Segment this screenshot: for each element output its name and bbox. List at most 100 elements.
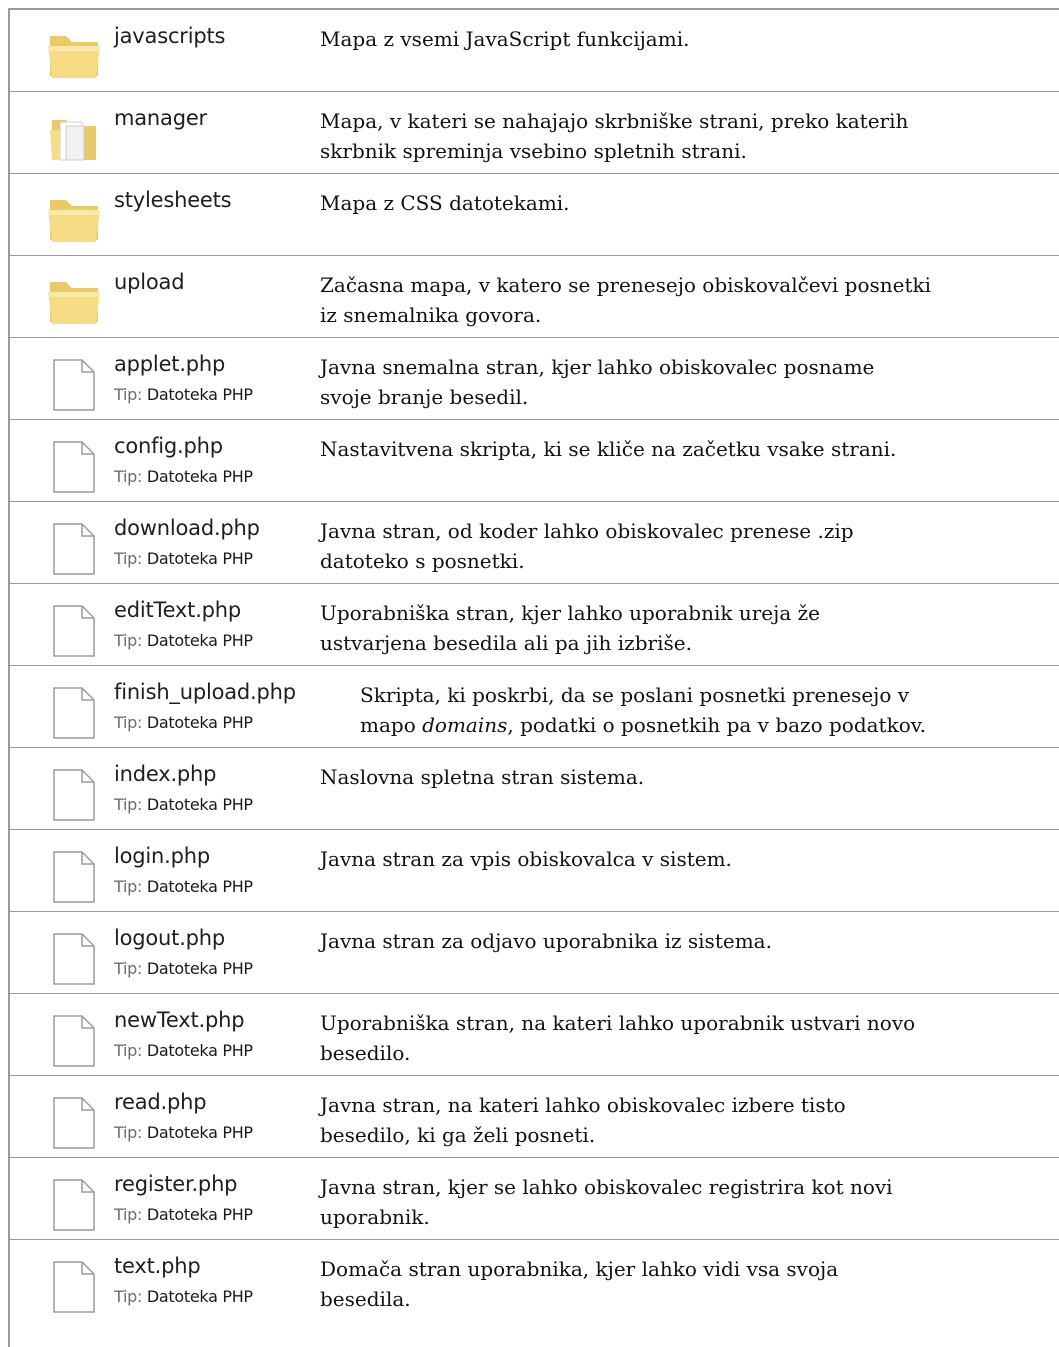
folder-icon bbox=[44, 272, 104, 332]
file-icon bbox=[44, 600, 104, 660]
table-row-register-php: register.php Tip: Datoteka PHP Javna str… bbox=[10, 1158, 1059, 1240]
file-name[interactable]: upload bbox=[114, 270, 185, 294]
type-label: Tip: bbox=[114, 795, 143, 814]
file-icon bbox=[44, 846, 104, 906]
type-value: Datoteka PHP bbox=[146, 1287, 253, 1306]
type-label: Tip: bbox=[114, 1041, 143, 1060]
file-icon bbox=[44, 1174, 104, 1234]
file-name[interactable]: javascripts bbox=[114, 24, 225, 48]
file-name[interactable]: applet.php bbox=[114, 352, 225, 376]
type-label: Tip: bbox=[114, 385, 143, 404]
file-name[interactable]: read.php bbox=[114, 1090, 207, 1114]
type-value: Datoteka PHP bbox=[146, 1041, 253, 1060]
file-type: Tip: Datoteka PHP bbox=[114, 713, 253, 732]
description: Javna stran za vpis obiskovalca v sistem… bbox=[320, 847, 732, 871]
type-value: Datoteka PHP bbox=[146, 713, 253, 732]
description: Javna stran, kjer se lahko obiskovalec r… bbox=[320, 1175, 893, 1229]
description: Naslovna spletna stran sistema. bbox=[320, 765, 645, 789]
table-row-text-php: text.php Tip: Datoteka PHP Domača stran … bbox=[10, 1240, 1059, 1322]
file-type: Tip: Datoteka PHP bbox=[114, 467, 253, 486]
table-row-javascripts: javascripts Mapa z vsemi JavaScript funk… bbox=[10, 10, 1059, 92]
table-row-edittext-php: editText.php Tip: Datoteka PHP Uporabniš… bbox=[10, 584, 1059, 666]
file-icon bbox=[44, 1256, 104, 1316]
type-label: Tip: bbox=[114, 1123, 143, 1142]
table-row-config-php: config.php Tip: Datoteka PHP Nastavitven… bbox=[10, 420, 1059, 502]
type-value: Datoteka PHP bbox=[146, 1205, 253, 1224]
type-value: Datoteka PHP bbox=[146, 549, 253, 568]
type-value: Datoteka PHP bbox=[146, 385, 253, 404]
description: Mapa z vsemi JavaScript funkcijami. bbox=[320, 27, 690, 51]
description: Javna stran, od koder lahko obiskovalec … bbox=[320, 519, 854, 573]
table-row-manager: manager Mapa, v kateri se nahajajo skrbn… bbox=[10, 92, 1059, 174]
file-type: Tip: Datoteka PHP bbox=[114, 959, 253, 978]
file-name[interactable]: logout.php bbox=[114, 926, 225, 950]
type-value: Datoteka PHP bbox=[146, 959, 253, 978]
file-icon bbox=[44, 764, 104, 824]
table-row-download-php: download.php Tip: Datoteka PHP Javna str… bbox=[10, 502, 1059, 584]
file-description-table: javascripts Mapa z vsemi JavaScript funk… bbox=[8, 8, 1059, 1347]
description: Uporabniška stran, kjer lahko uporabnik … bbox=[320, 601, 820, 655]
file-type: Tip: Datoteka PHP bbox=[114, 795, 253, 814]
description: Javna stran za odjavo uporabnika iz sist… bbox=[320, 929, 772, 953]
type-value: Datoteka PHP bbox=[146, 1123, 253, 1142]
file-type: Tip: Datoteka PHP bbox=[114, 1041, 253, 1060]
table-row-newtext-php: newText.php Tip: Datoteka PHP Uporabnišk… bbox=[10, 994, 1059, 1076]
file-name[interactable]: login.php bbox=[114, 844, 210, 868]
table-row-read-php: read.php Tip: Datoteka PHP Javna stran, … bbox=[10, 1076, 1059, 1158]
type-value: Datoteka PHP bbox=[146, 877, 253, 896]
type-value: Datoteka PHP bbox=[146, 467, 253, 486]
table-row-logout-php: logout.php Tip: Datoteka PHP Javna stran… bbox=[10, 912, 1059, 994]
description: Domača stran uporabnika, kjer lahko vidi… bbox=[320, 1257, 839, 1311]
file-type: Tip: Datoteka PHP bbox=[114, 1123, 253, 1142]
folder-name-emphasis: domains bbox=[422, 713, 508, 737]
table-row-applet-php: applet.php Tip: Datoteka PHP Javna snema… bbox=[10, 338, 1059, 420]
table-row-login-php: login.php Tip: Datoteka PHP Javna stran … bbox=[10, 830, 1059, 912]
type-value: Datoteka PHP bbox=[146, 795, 253, 814]
file-icon bbox=[44, 354, 104, 414]
file-icon bbox=[44, 682, 104, 742]
file-name[interactable]: manager bbox=[114, 106, 207, 130]
file-type: Tip: Datoteka PHP bbox=[114, 877, 253, 896]
type-label: Tip: bbox=[114, 467, 143, 486]
file-icon bbox=[44, 436, 104, 496]
folder-open-icon bbox=[44, 108, 104, 168]
type-label: Tip: bbox=[114, 877, 143, 896]
file-name[interactable]: text.php bbox=[114, 1254, 201, 1278]
description: Uporabniška stran, na kateri lahko upora… bbox=[320, 1011, 916, 1065]
table-row-finish-upload-php: finish_upload.php Tip: Datoteka PHP Skri… bbox=[10, 666, 1059, 748]
file-name[interactable]: config.php bbox=[114, 434, 223, 458]
file-icon bbox=[44, 1010, 104, 1070]
table-row-index-php: index.php Tip: Datoteka PHP Naslovna spl… bbox=[10, 748, 1059, 830]
description: Nastavitvena skripta, ki se kliče na zač… bbox=[320, 437, 897, 461]
file-type: Tip: Datoteka PHP bbox=[114, 631, 253, 650]
table-row-stylesheets: stylesheets Mapa z CSS datotekami. bbox=[10, 174, 1059, 256]
file-type: Tip: Datoteka PHP bbox=[114, 1205, 253, 1224]
file-type: Tip: Datoteka PHP bbox=[114, 1287, 253, 1306]
file-name[interactable]: index.php bbox=[114, 762, 217, 786]
file-name[interactable]: download.php bbox=[114, 516, 260, 540]
file-name[interactable]: stylesheets bbox=[114, 188, 232, 212]
file-name[interactable]: newText.php bbox=[114, 1008, 245, 1032]
type-value: Datoteka PHP bbox=[146, 631, 253, 650]
description: Mapa z CSS datotekami. bbox=[320, 191, 570, 215]
file-name[interactable]: editText.php bbox=[114, 598, 241, 622]
table-row-upload: upload Začasna mapa, v katero se prenese… bbox=[10, 256, 1059, 338]
description: Skripta, ki poskrbi, da se poslani posne… bbox=[360, 683, 927, 737]
folder-icon bbox=[44, 190, 104, 250]
type-label: Tip: bbox=[114, 631, 143, 650]
type-label: Tip: bbox=[114, 713, 143, 732]
description: Javna stran, na kateri lahko obiskovalec… bbox=[320, 1093, 846, 1147]
description: Javna snemalna stran, kjer lahko obiskov… bbox=[320, 355, 875, 409]
file-icon bbox=[44, 518, 104, 578]
file-name[interactable]: finish_upload.php bbox=[114, 680, 296, 704]
folder-icon bbox=[44, 26, 104, 86]
file-name[interactable]: register.php bbox=[114, 1172, 238, 1196]
type-label: Tip: bbox=[114, 959, 143, 978]
file-type: Tip: Datoteka PHP bbox=[114, 549, 253, 568]
file-icon bbox=[44, 928, 104, 988]
type-label: Tip: bbox=[114, 549, 143, 568]
description: Mapa, v kateri se nahajajo skrbniške str… bbox=[320, 109, 909, 163]
file-type: Tip: Datoteka PHP bbox=[114, 385, 253, 404]
type-label: Tip: bbox=[114, 1205, 143, 1224]
description: Začasna mapa, v katero se prenesejo obis… bbox=[320, 273, 932, 327]
